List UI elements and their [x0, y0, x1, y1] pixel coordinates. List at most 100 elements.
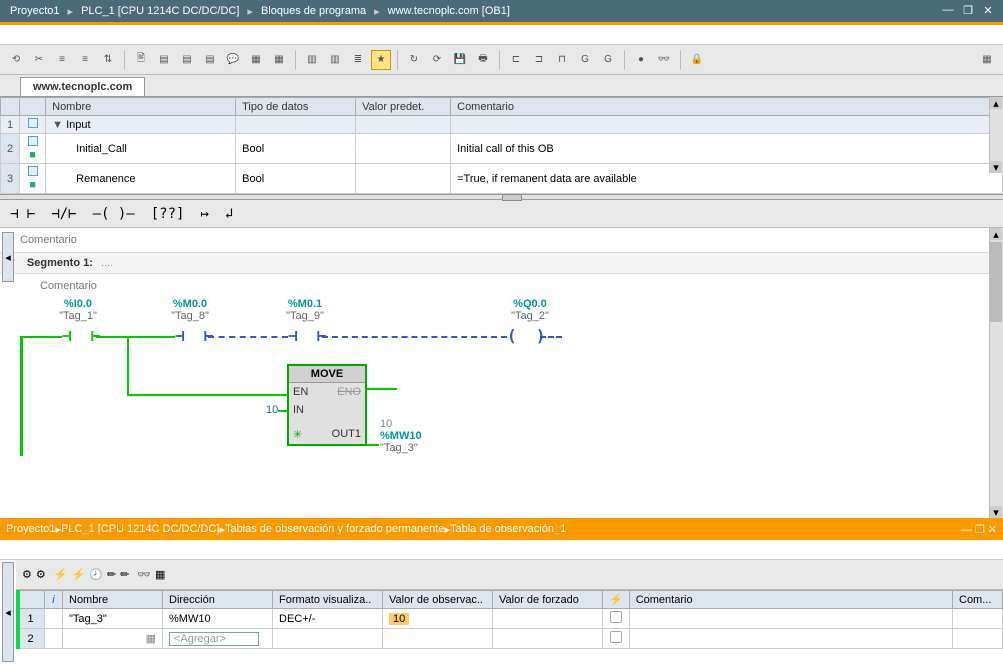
block-comment-label[interactable]: Comentario [0, 228, 1003, 252]
tool-btn-7[interactable]: ▤ [154, 50, 174, 70]
tool-btn-12[interactable]: ▦ [269, 50, 289, 70]
tool-btn-5[interactable]: ⇅ [98, 50, 118, 70]
wcol-addr[interactable]: Dirección [163, 591, 273, 609]
breadcrumb-plc[interactable]: PLC_1 [CPU 1214C DC/DC/DC] [77, 5, 243, 17]
wcol-comment[interactable]: Comentario [629, 591, 952, 609]
tool-btn-1[interactable]: ⟲ [6, 50, 26, 70]
editor-scrollbar[interactable]: ▴▾ [989, 228, 1003, 518]
watch-table-titlebar: Proyecto1 ▸ PLC_1 [CPU 1214C DC/DC/DC] ▸… [0, 518, 1003, 540]
breadcrumb-ob1[interactable]: www.tecnoplc.com [OB1] [384, 5, 514, 17]
tool-btn-24[interactable]: G [575, 50, 595, 70]
tool-btn-8[interactable]: ▤ [177, 50, 197, 70]
tool-btn-18[interactable]: ⟳ [427, 50, 447, 70]
breadcrumb-blocks[interactable]: Bloques de programa [257, 5, 370, 17]
col-comment[interactable]: Comentario [451, 98, 1003, 116]
watch-btn-6[interactable]: ✏ [107, 568, 116, 581]
section-input-row[interactable]: 1 ▼ Input [1, 116, 1003, 134]
tool-btn-4[interactable]: ≡ [75, 50, 95, 70]
minimize-button[interactable]: — [939, 4, 957, 18]
tag-m01[interactable]: %M0.1 "Tag_9" [275, 298, 335, 322]
tool-btn-22[interactable]: ⊐ [529, 50, 549, 70]
tool-btn-28[interactable]: 🔒 [687, 50, 707, 70]
monitor-all-icon[interactable]: ⚡ [54, 568, 68, 581]
breadcrumb-plc-2[interactable]: PLC_1 [CPU 1214C DC/DC/DC] [61, 523, 219, 535]
tool-btn-23[interactable]: ⊓ [552, 50, 572, 70]
tool-btn-26[interactable]: ● [631, 50, 651, 70]
var-row-remanence[interactable]: 3 ■ Remanence Bool =True, if remanent da… [1, 164, 1003, 194]
wcol-fmt[interactable]: Formato visualiza.. [273, 591, 383, 609]
tool-btn-16[interactable]: ★ [371, 50, 391, 70]
col-name[interactable]: Nombre [46, 98, 236, 116]
close-button-2[interactable]: ✕ [988, 524, 997, 536]
tab-ob1[interactable]: www.tecnoplc.com [20, 77, 145, 96]
watch-btn-9[interactable]: ▦ [155, 568, 165, 581]
branch-close-icon[interactable]: ↲ [221, 204, 237, 224]
tag-m00[interactable]: %M0.0 "Tag_8" [160, 298, 220, 322]
tag-i00[interactable]: %I0.0 "Tag_1" [48, 298, 108, 322]
wcol-bolt[interactable]: ⚡ [603, 591, 630, 609]
tool-btn-10[interactable]: 💬 [223, 50, 243, 70]
tool-btn-19[interactable]: 💾 [450, 50, 470, 70]
tool-btn-3[interactable]: ≡ [52, 50, 72, 70]
close-button[interactable]: ✕ [979, 4, 997, 18]
col-type[interactable]: Tipo de datos [236, 98, 356, 116]
contact-no-icon[interactable]: ⊣ ⊢ [6, 204, 39, 224]
tool-btn-17[interactable]: ↻ [404, 50, 424, 70]
col-default[interactable]: Valor predet. [356, 98, 451, 116]
watch-row-1[interactable]: 1 "Tag_3" %MW10 DEC+/- 10 [17, 609, 1003, 629]
collapse-handle-2[interactable]: ◂ [2, 562, 14, 662]
tag-mw10[interactable]: 10 %MW10 "Tag_3" [380, 418, 440, 454]
wcol-i[interactable]: i [45, 591, 63, 609]
tool-btn-9[interactable]: ▤ [200, 50, 220, 70]
contact-nc-icon[interactable]: ⊣/⊢ [47, 204, 80, 224]
coil-icon[interactable]: —( )— [89, 204, 139, 224]
tag-q00[interactable]: %Q0.0 "Tag_2" [500, 298, 560, 322]
segment-1-header[interactable]: ▼ Segmento 1: .... [0, 252, 1003, 274]
tool-btn-right[interactable]: ▦ [977, 50, 997, 70]
move-in-value[interactable]: 10 [266, 404, 278, 416]
tool-btn-20[interactable]: 🖶 [473, 50, 493, 70]
var-row-initial-call[interactable]: 2 ■ Initial_Call Bool Initial call of th… [1, 134, 1003, 164]
glasses-icon[interactable]: 👓 [654, 50, 674, 70]
tool-btn-15[interactable]: ≣ [348, 50, 368, 70]
tool-btn-25[interactable]: G [598, 50, 618, 70]
tool-btn-6[interactable]: 🖹 [131, 50, 151, 70]
breadcrumb-project[interactable]: Proyecto1 [6, 5, 64, 17]
ladder-network[interactable]: %I0.0 "Tag_1" %M0.0 "Tag_8" %M0.1 "Tag_9… [0, 298, 1003, 508]
force-checkbox[interactable] [610, 611, 622, 623]
wcol-name[interactable]: Nombre [63, 591, 163, 609]
breadcrumb-watch-folder[interactable]: Tablas de observación y forzado permanen… [225, 523, 445, 535]
watch-row-add[interactable]: 2 ▦ <Agregar> [17, 629, 1003, 649]
wcol-comend[interactable]: Com... [953, 591, 1003, 609]
wcol-obs[interactable]: Valor de observac.. [383, 591, 493, 609]
splitter-h[interactable] [0, 194, 1003, 200]
glasses-icon-2[interactable]: 👓 [137, 568, 151, 581]
monitor-once-icon[interactable]: ⚡ [71, 568, 85, 581]
add-tag-field[interactable]: <Agregar> [169, 632, 259, 646]
watch-btn-5[interactable]: 🕗 [89, 568, 103, 581]
breadcrumb-watch-table[interactable]: Tabla de observación_1 [450, 523, 566, 535]
maximize-button[interactable]: ❐ [959, 4, 977, 18]
tool-btn-13[interactable]: ▥ [302, 50, 322, 70]
tool-btn-14[interactable]: ▥ [325, 50, 345, 70]
maximize-button-2[interactable]: ❐ [975, 524, 985, 536]
force-checkbox[interactable] [610, 631, 622, 643]
watch-btn-2[interactable]: ⚙ [36, 568, 46, 581]
branch-open-icon[interactable]: ↦ [196, 204, 212, 224]
move-block[interactable]: MOVE ENENO IN ✳OUT1 [287, 364, 367, 446]
segment-comment-label[interactable]: Comentario [0, 274, 1003, 298]
tool-btn-21[interactable]: ⊏ [506, 50, 526, 70]
wcol-force[interactable]: Valor de forzado [493, 591, 603, 609]
tool-btn-11[interactable]: ▦ [246, 50, 266, 70]
watch-btn-1[interactable]: ⚙ [22, 568, 32, 581]
breadcrumb-project-2[interactable]: Proyecto1 [6, 523, 56, 535]
var-scrollbar[interactable]: ▴▾ [989, 97, 1003, 173]
watch-btn-7[interactable]: ✏ [120, 568, 129, 581]
watch-force[interactable] [493, 609, 603, 629]
box-icon[interactable]: [??] [147, 204, 189, 224]
tool-btn-2[interactable]: ✂ [29, 50, 49, 70]
collapse-handle[interactable]: ◂ [2, 232, 14, 282]
contact-m01[interactable]: ⊣ ⊢ [288, 326, 327, 345]
contact-i00[interactable]: ⊣ ⊢ [62, 326, 101, 345]
minimize-button-2[interactable]: — [961, 524, 972, 536]
